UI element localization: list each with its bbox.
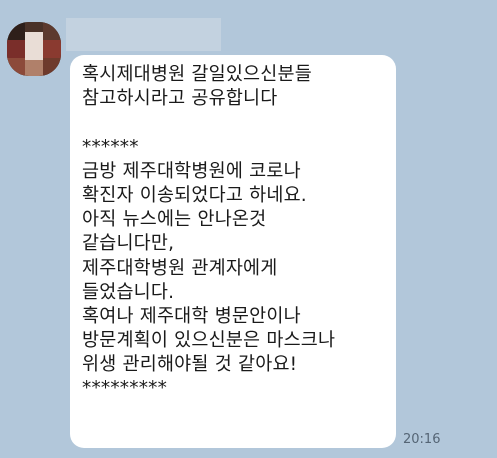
message-line: ******	[82, 136, 139, 158]
message-bubble[interactable]: 혹시제대병원 갈일있으신분들 참고하시라고 공유합니다 ****** 금방 제주…	[70, 55, 396, 448]
avatar-pixel	[7, 58, 25, 76]
message-timestamp: 20:16	[403, 432, 441, 447]
avatar-pixel	[25, 60, 43, 76]
avatar-pixel	[43, 40, 61, 58]
avatar-pixel	[25, 32, 43, 60]
sender-avatar[interactable]	[7, 22, 61, 76]
message-line	[82, 111, 386, 135]
message-line: 혹여나 제주대학 병문안이나	[82, 305, 301, 327]
avatar-pixel	[7, 22, 25, 40]
message-line: 제주대학병원 관계자에게	[82, 257, 278, 279]
message-line: 참고하시라고 공유합니다	[82, 88, 278, 110]
message-line: 들었습니다.	[82, 281, 175, 303]
message-line: 금방 제주대학병원에 코로나	[82, 160, 301, 182]
message-line: 방문계획이 있으신분은 마스크나	[82, 330, 336, 352]
message-line: 아직 뉴스에는 안나온것	[82, 209, 267, 231]
message-line: 혹시제대병원 갈일있으신분들	[82, 64, 312, 85]
avatar-pixel	[7, 40, 25, 58]
avatar-pixel	[43, 58, 61, 76]
message-line: 위생 관리해야될 것 같아요!	[82, 354, 298, 376]
sender-name[interactable]	[66, 18, 221, 51]
message-line: 같습니다만,	[82, 233, 175, 255]
avatar-pixel	[43, 22, 61, 40]
message-line: 확진자 이송되었다고 하네요.	[82, 184, 307, 206]
message-line: *********	[82, 378, 168, 400]
